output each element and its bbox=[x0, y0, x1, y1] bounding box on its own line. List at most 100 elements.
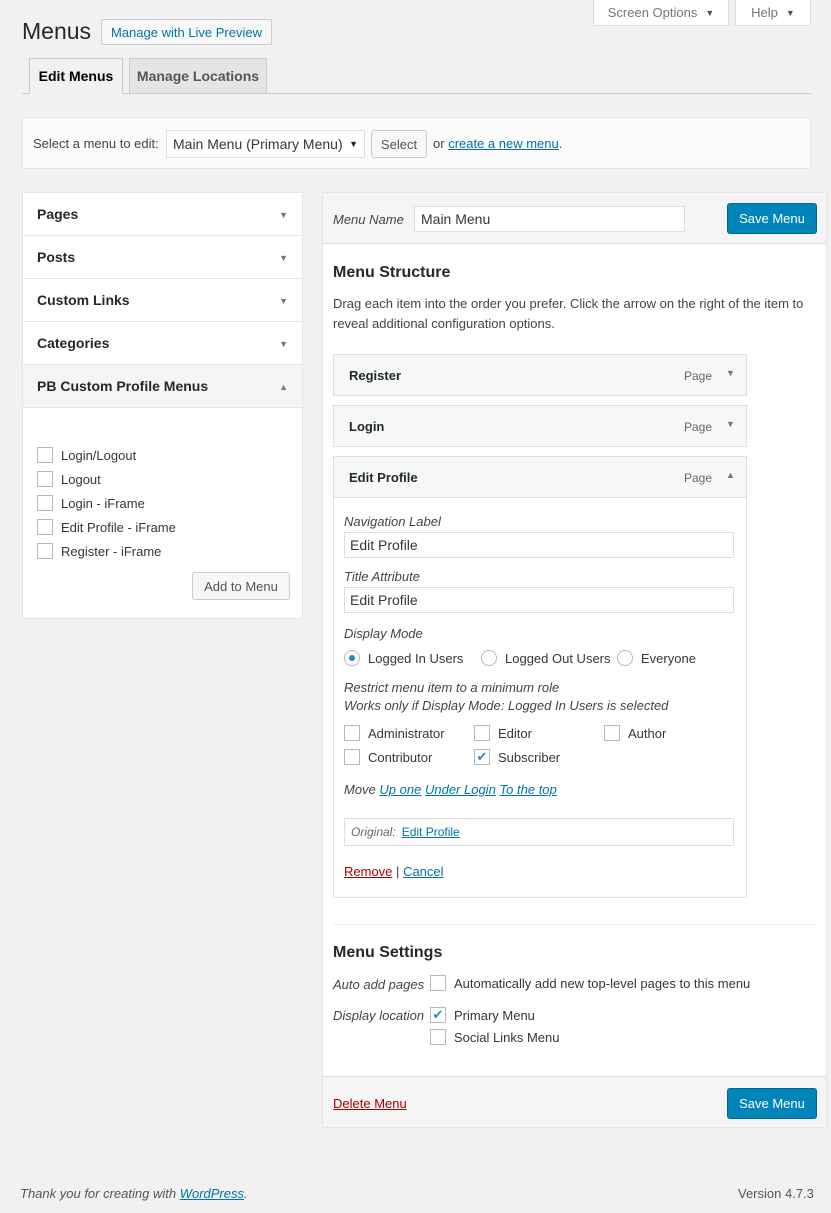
location-primary-menu[interactable]: ✔ Primary Menu bbox=[430, 1007, 535, 1023]
divider bbox=[333, 924, 817, 925]
role-author[interactable]: Author bbox=[604, 725, 666, 741]
original-link[interactable]: Edit Profile bbox=[402, 825, 460, 839]
list-item[interactable]: Login/Logout bbox=[37, 443, 176, 467]
menu-item-title: Login bbox=[349, 419, 385, 434]
checkmark-icon[interactable]: ✔ bbox=[474, 749, 490, 765]
checkmark-icon[interactable]: ✔ bbox=[430, 1007, 446, 1023]
cancel-link[interactable]: Cancel bbox=[403, 864, 443, 879]
screen-options-button[interactable]: Screen Options ▼ bbox=[593, 0, 729, 26]
footer-period: . bbox=[244, 1186, 248, 1201]
display-mode-label: Display Mode bbox=[344, 626, 423, 641]
accordion-custom-links[interactable]: Custom Links ▼ bbox=[23, 279, 302, 322]
add-menu-items-panel: Pages ▼ Posts ▼ Custom Links ▼ Categories ▼ … bbox=[22, 192, 303, 619]
wordpress-link[interactable]: WordPress bbox=[180, 1186, 244, 1201]
radio-button[interactable] bbox=[481, 650, 497, 666]
role-editor[interactable]: Editor bbox=[474, 725, 532, 741]
accordion-pb-custom-profile-menus[interactable]: PB Custom Profile Menus ▲ bbox=[23, 365, 302, 408]
menu-item-title: Edit Profile bbox=[349, 470, 418, 485]
remove-link[interactable]: Remove bbox=[344, 864, 392, 879]
menu-item-login[interactable]: Login Page ▼ bbox=[333, 405, 747, 447]
accordion-posts-label: Posts bbox=[37, 249, 76, 265]
menu-settings-title: Menu Settings bbox=[333, 944, 443, 961]
dropdown-arrow-icon: ▼ bbox=[349, 139, 358, 149]
profile-menu-items-list: Login/Logout Logout Login - iFrame Edit … bbox=[37, 443, 176, 563]
display-location-label: Display location bbox=[333, 1008, 425, 1023]
checkbox[interactable] bbox=[430, 975, 446, 991]
checkbox[interactable] bbox=[37, 495, 53, 511]
live-preview-button[interactable]: Manage with Live Preview bbox=[101, 19, 272, 45]
role-label: Contributor bbox=[368, 749, 433, 765]
menu-item-settings: Navigation Label Edit Profile Title Attr… bbox=[333, 498, 747, 898]
menu-select-label: Select a menu to edit: bbox=[33, 136, 159, 151]
list-item-label: Login - iFrame bbox=[61, 495, 145, 511]
location-social-links-menu[interactable]: Social Links Menu bbox=[430, 1029, 560, 1045]
create-menu-link[interactable]: create a new menu bbox=[448, 136, 559, 151]
title-attribute-input[interactable]: Edit Profile bbox=[344, 587, 734, 613]
radio-button[interactable] bbox=[344, 650, 360, 666]
role-administrator[interactable]: Administrator bbox=[344, 725, 445, 741]
accordion-posts[interactable]: Posts ▼ bbox=[23, 236, 302, 279]
move-up-one-link[interactable]: Up one bbox=[379, 782, 421, 797]
checkbox[interactable] bbox=[344, 725, 360, 741]
menu-item-edit-profile[interactable]: Edit Profile Page ▲ bbox=[333, 456, 747, 498]
list-item[interactable]: Edit Profile - iFrame bbox=[37, 515, 176, 539]
tab-manage-locations[interactable]: Manage Locations bbox=[129, 58, 267, 94]
footer-thanks-text: Thank you for creating with bbox=[20, 1186, 177, 1201]
menu-item-title: Register bbox=[349, 368, 402, 383]
menu-select-dropdown[interactable]: Main Menu (Primary Menu) ▼ bbox=[166, 130, 365, 158]
delete-menu-link[interactable]: Delete Menu bbox=[333, 1096, 407, 1111]
arrow-down-icon[interactable]: ▼ bbox=[726, 419, 735, 429]
auto-add-option[interactable]: Automatically add new top-level pages to… bbox=[430, 975, 750, 991]
display-mode-logged-in[interactable]: Logged In Users bbox=[344, 650, 463, 666]
checkbox[interactable] bbox=[604, 725, 620, 741]
display-mode-option-label: Logged Out Users bbox=[505, 650, 611, 666]
role-contributor[interactable]: Contributor bbox=[344, 749, 432, 765]
checkbox[interactable] bbox=[37, 543, 53, 559]
menu-item-register[interactable]: Register Page ▼ bbox=[333, 354, 747, 396]
display-mode-logged-out[interactable]: Logged Out Users bbox=[481, 650, 611, 666]
role-subscriber[interactable]: ✔ Subscriber bbox=[474, 749, 560, 765]
accordion-categories-label: Categories bbox=[37, 335, 110, 351]
or-text: or bbox=[433, 136, 445, 151]
arrow-down-icon[interactable]: ▼ bbox=[726, 368, 735, 378]
accordion-pages[interactable]: Pages ▼ bbox=[23, 193, 302, 236]
save-menu-button[interactable]: Save Menu bbox=[727, 203, 817, 234]
menu-select-bar: Select a menu to edit: Main Menu (Primar… bbox=[22, 117, 811, 169]
save-menu-button[interactable]: Save Menu bbox=[727, 1088, 817, 1119]
list-item[interactable]: Register - iFrame bbox=[37, 539, 176, 563]
display-mode-everyone[interactable]: Everyone bbox=[617, 650, 696, 666]
menu-item-type: Page bbox=[684, 420, 713, 434]
checkbox[interactable] bbox=[430, 1029, 446, 1045]
list-item[interactable]: Login - iFrame bbox=[37, 491, 176, 515]
accordion-pages-label: Pages bbox=[37, 206, 79, 222]
arrow-up-icon[interactable]: ▲ bbox=[726, 470, 735, 480]
nav-label-input[interactable]: Edit Profile bbox=[344, 532, 734, 558]
menu-editor-panel: Menu Name Main Menu Save Menu Menu Struc… bbox=[322, 192, 827, 1128]
menu-name-label: Menu Name bbox=[333, 212, 404, 227]
accordion-categories[interactable]: Categories ▼ bbox=[23, 322, 302, 365]
tab-edit-menus[interactable]: Edit Menus bbox=[29, 58, 123, 94]
checkbox[interactable] bbox=[37, 447, 53, 463]
auto-add-option-label: Automatically add new top-level pages to… bbox=[454, 975, 751, 991]
select-button[interactable]: Select bbox=[371, 130, 427, 158]
radio-button[interactable] bbox=[617, 650, 633, 666]
separator: | bbox=[396, 864, 400, 879]
checkbox[interactable] bbox=[37, 519, 53, 535]
role-label: Subscriber bbox=[498, 749, 561, 765]
checkbox[interactable] bbox=[344, 749, 360, 765]
checkbox[interactable] bbox=[37, 471, 53, 487]
move-under-login-link[interactable]: Under Login bbox=[425, 782, 496, 797]
nav-label-label: Navigation Label bbox=[344, 514, 441, 529]
title-attribute-label: Title Attribute bbox=[344, 569, 420, 584]
menu-name-input[interactable]: Main Menu bbox=[414, 206, 685, 232]
help-button[interactable]: Help ▼ bbox=[735, 0, 811, 26]
move-to-top-link[interactable]: To the top bbox=[499, 782, 556, 797]
add-to-menu-button[interactable]: Add to Menu bbox=[192, 572, 290, 600]
caret-down-icon: ▼ bbox=[705, 7, 715, 18]
checkbox[interactable] bbox=[474, 725, 490, 741]
menu-select-value: Main Menu (Primary Menu) bbox=[173, 136, 343, 152]
list-item[interactable]: Logout bbox=[37, 467, 176, 491]
list-item-label: Logout bbox=[61, 471, 101, 487]
move-label: Move bbox=[344, 782, 376, 797]
list-item-label: Login/Logout bbox=[61, 447, 137, 463]
